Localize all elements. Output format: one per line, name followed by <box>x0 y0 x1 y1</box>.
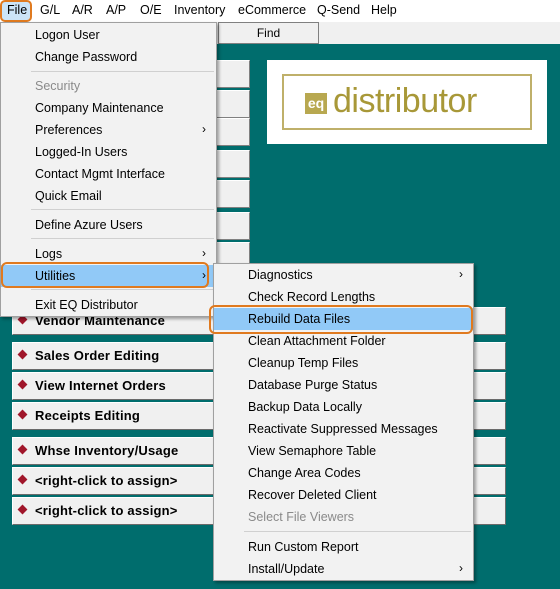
menu-item-label: Security <box>35 79 81 93</box>
menu-item-contact-mgmt-interface[interactable]: Contact Mgmt Interface <box>1 163 216 185</box>
button-label: Sales Order Editing <box>35 348 160 363</box>
menu-item-label: Change Area Codes <box>248 466 361 480</box>
menu-item-select-file-viewers: Select File Viewers <box>214 506 473 528</box>
hidden-button[interactable] <box>214 180 250 208</box>
menu-item-label: Install/Update <box>248 562 325 576</box>
chevron-right-icon: › <box>202 246 206 260</box>
rebuild-data-files-callout <box>209 305 473 334</box>
menu-item-database-purge-status[interactable]: Database Purge Status <box>214 374 473 396</box>
menu-item-label: Change Password <box>35 50 138 64</box>
menu-item-label: Database Purge Status <box>248 378 378 392</box>
hidden-button[interactable] <box>214 118 250 146</box>
menu-item-label: Logon User <box>35 28 100 42</box>
menu-item-security: Security <box>1 75 216 97</box>
menu-item-define-azure-users[interactable]: Define Azure Users <box>1 214 216 236</box>
utilities-callout <box>1 262 209 288</box>
menu-item-label: Company Maintenance <box>35 101 164 115</box>
menu-item-view-semaphore-table[interactable]: View Semaphore Table <box>214 440 473 462</box>
menu-item-label: Reactivate Suppressed Messages <box>248 422 438 436</box>
menu-item-reactivate-suppressed-messages[interactable]: Reactivate Suppressed Messages <box>214 418 473 440</box>
button-label: View Internet Orders <box>35 378 166 393</box>
chevron-right-icon: › <box>202 122 206 136</box>
menu-item-label: Diagnostics <box>248 268 313 282</box>
button-label: <right-click to assign> <box>35 503 178 518</box>
diamond-icon <box>17 444 28 455</box>
chevron-right-icon: › <box>459 267 463 281</box>
menu-oe[interactable]: O/E <box>140 3 162 17</box>
menu-item-label: Select File Viewers <box>248 510 355 524</box>
menu-item-label: Logs <box>35 247 63 261</box>
menu-item-label: Exit EQ Distributor <box>35 298 138 312</box>
hidden-button[interactable] <box>214 150 250 178</box>
menu-item-exit[interactable]: Exit EQ Distributor <box>1 294 216 316</box>
menu-item-backup-data-locally[interactable]: Backup Data Locally <box>214 396 473 418</box>
menu-item-label: Cleanup Temp Files <box>248 356 359 370</box>
menu-inventory[interactable]: Inventory <box>174 3 225 17</box>
menu-ap[interactable]: A/P <box>106 3 126 17</box>
menu-separator <box>31 238 214 239</box>
menu-item-quick-email[interactable]: Quick Email <box>1 185 216 207</box>
diamond-icon <box>17 409 28 420</box>
menu-item-company-maintenance[interactable]: Company Maintenance <box>1 97 216 119</box>
menu-item-label: Backup Data Locally <box>248 400 362 414</box>
menu-item-label: Logged-In Users <box>35 145 128 159</box>
menu-item-run-custom-report[interactable]: Run Custom Report <box>214 536 473 558</box>
menu-item-change-password[interactable]: Change Password <box>1 46 216 68</box>
menu-item-preferences[interactable]: Preferences › <box>1 119 216 141</box>
find-button[interactable]: Find <box>218 22 319 44</box>
menu-separator <box>31 71 214 72</box>
menu-file[interactable]: File <box>7 3 27 17</box>
menu-item-diagnostics[interactable]: Diagnostics › <box>214 264 473 286</box>
logo-text: distributor <box>333 82 477 120</box>
button-label: Receipts Editing <box>35 408 141 423</box>
diamond-icon <box>17 504 28 515</box>
menu-gl[interactable]: G/L <box>40 3 60 17</box>
hidden-button[interactable] <box>214 60 250 88</box>
diamond-icon <box>17 349 28 360</box>
menu-separator <box>31 209 214 210</box>
hidden-button[interactable] <box>214 90 250 118</box>
hidden-button[interactable] <box>214 212 250 240</box>
menu-item-label: View Semaphore Table <box>248 444 377 458</box>
menu-item-logon-user[interactable]: Logon User <box>1 24 216 46</box>
button-label: <right-click to assign> <box>35 473 178 488</box>
menu-item-label: Preferences <box>35 123 103 137</box>
menu-qsend[interactable]: Q-Send <box>317 3 360 17</box>
menu-item-label: Contact Mgmt Interface <box>35 167 165 181</box>
button-label: Whse Inventory/Usage <box>35 443 179 458</box>
logo-frame: eq distributor <box>282 74 532 130</box>
chevron-right-icon: › <box>459 561 463 575</box>
menu-item-label: Check Record Lengths <box>248 290 376 304</box>
menu-item-logged-in-users[interactable]: Logged-In Users <box>1 141 216 163</box>
menu-item-change-area-codes[interactable]: Change Area Codes <box>214 462 473 484</box>
menu-item-label: Run Custom Report <box>248 540 359 554</box>
logo-panel: eq distributor <box>267 60 547 144</box>
diamond-icon <box>17 379 28 390</box>
menu-ecommerce[interactable]: eCommerce <box>238 3 306 17</box>
menu-bar: File G/L A/R A/P O/E Inventory eCommerce… <box>0 0 560 23</box>
menu-help[interactable]: Help <box>371 3 397 17</box>
menu-item-label: Recover Deleted Client <box>248 488 377 502</box>
menu-item-label: Quick Email <box>35 189 102 203</box>
logo-mark: eq <box>305 93 327 114</box>
menu-item-recover-deleted-client[interactable]: Recover Deleted Client <box>214 484 473 506</box>
diamond-icon <box>17 474 28 485</box>
menu-item-label: Clean Attachment Folder <box>248 334 386 348</box>
menu-ar[interactable]: A/R <box>72 3 93 17</box>
menu-separator <box>31 289 214 290</box>
menu-separator <box>244 531 471 532</box>
menu-item-label: Define Azure Users <box>35 218 143 232</box>
menu-item-install-update[interactable]: Install/Update › <box>214 558 473 580</box>
menu-item-cleanup-temp-files[interactable]: Cleanup Temp Files <box>214 352 473 374</box>
